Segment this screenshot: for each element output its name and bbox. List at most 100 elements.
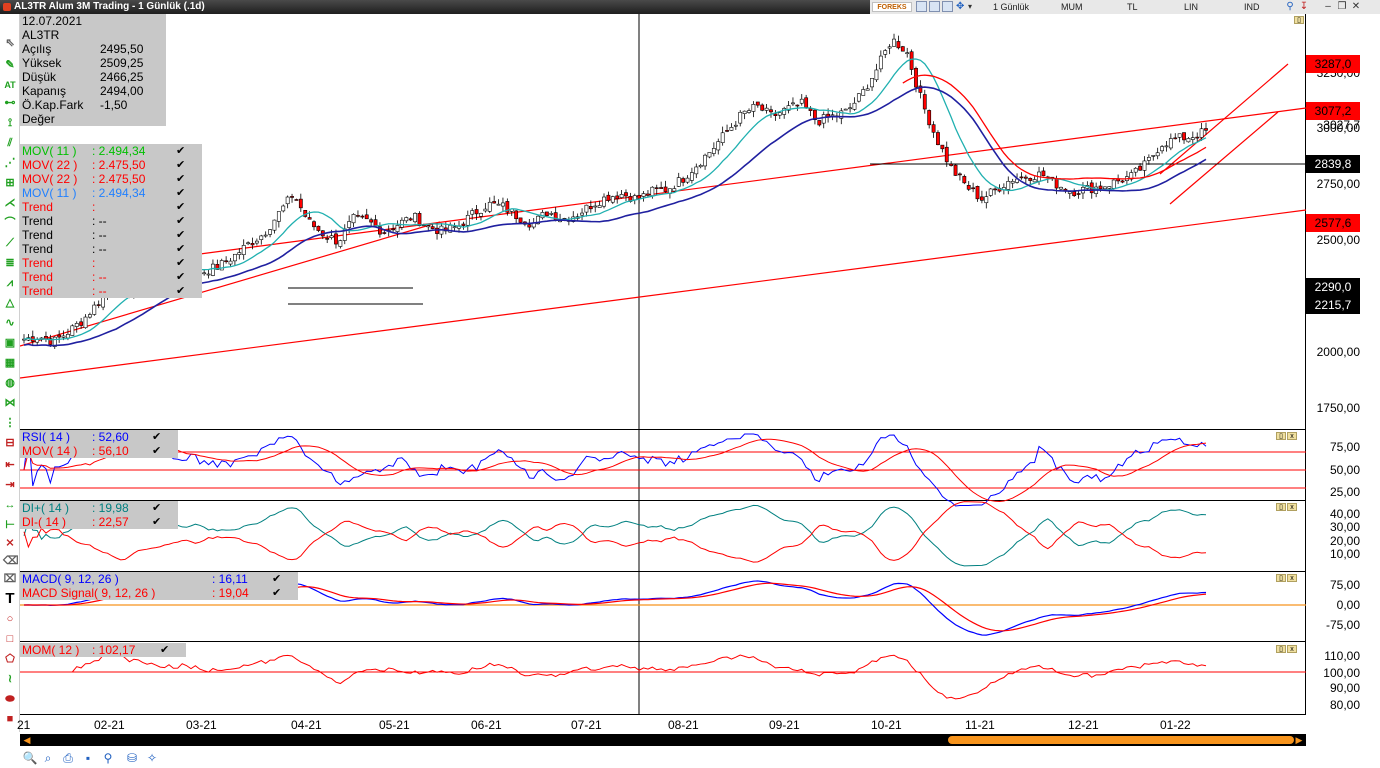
check-icon[interactable]: ✔: [272, 572, 281, 586]
check-icon[interactable]: ✔: [176, 186, 185, 200]
crosshair-icon[interactable]: ✥: [956, 0, 964, 14]
circle-icon[interactable]: ○: [3, 612, 17, 626]
close-button[interactable]: ✕: [1350, 1, 1362, 13]
check-icon[interactable]: ✔: [176, 256, 185, 270]
candle-body: [57, 334, 62, 338]
check-icon[interactable]: ✔: [272, 586, 281, 600]
price-panel-controls[interactable]: ▯: [1294, 16, 1318, 25]
triangle-icon[interactable]: △: [3, 296, 17, 310]
magic-icon[interactable]: ✧: [144, 750, 160, 766]
wave-icon[interactable]: ∿: [3, 316, 17, 330]
auto-trend-icon[interactable]: AT: [3, 78, 17, 92]
check-icon[interactable]: ✔: [176, 172, 185, 186]
currency-select[interactable]: TL: [1127, 0, 1138, 14]
check-icon[interactable]: ✔: [160, 643, 169, 657]
text-icon[interactable]: T: [3, 591, 17, 606]
check-icon[interactable]: ✔: [176, 270, 185, 284]
regression-icon[interactable]: ⟋: [3, 236, 17, 250]
search-icon[interactable]: ⚲: [100, 750, 116, 766]
index-select[interactable]: IND: [1244, 0, 1260, 14]
candle-type-select[interactable]: MUM: [1061, 0, 1083, 14]
cycle-icon[interactable]: ⋈: [3, 396, 17, 410]
legend-name: DI-( 14 ): [22, 515, 67, 529]
minimize-button[interactable]: –: [1322, 1, 1334, 13]
check-icon[interactable]: ✔: [176, 158, 185, 172]
period-select[interactable]: 1 Günlük: [993, 0, 1029, 14]
chart-settings-icon[interactable]: [929, 1, 940, 12]
rectangle-icon[interactable]: □: [3, 632, 17, 646]
measure-icon[interactable]: ⊢: [3, 518, 17, 532]
open-chart-icon[interactable]: [916, 1, 927, 12]
fibonacci-icon[interactable]: ⋰: [3, 156, 17, 170]
zoom-out-icon[interactable]: ⌕: [40, 750, 56, 766]
eraser-all-icon[interactable]: ⌧: [3, 572, 17, 586]
rsi-panel-controls[interactable]: ▯ x: [1276, 432, 1300, 441]
chevron-down-icon[interactable]: ▾: [968, 0, 972, 14]
candle-body: [909, 51, 914, 70]
dmi-panel-controls[interactable]: ▯ x: [1276, 503, 1300, 512]
candle-body: [971, 187, 976, 190]
check-icon[interactable]: ✔: [152, 430, 161, 444]
channel-icon[interactable]: ⫽: [3, 136, 17, 150]
legend-value: : 2.494,34: [92, 186, 146, 200]
check-icon[interactable]: ✔: [176, 214, 185, 228]
candle-body: [66, 333, 70, 339]
candle-body: [549, 213, 554, 215]
scroll-left-icon[interactable]: ◀: [22, 735, 32, 745]
candle-body: [733, 124, 738, 127]
check-icon[interactable]: ✔: [152, 501, 161, 515]
curve-icon[interactable]: ≀: [3, 672, 17, 686]
scale-select[interactable]: LIN: [1184, 0, 1198, 14]
grid-icon[interactable]: ▦: [3, 356, 17, 370]
check-icon[interactable]: ✔: [176, 200, 185, 214]
arc-icon[interactable]: ⌒: [3, 216, 17, 230]
chart-canvas[interactable]: [20, 14, 1306, 734]
zoom-in-icon[interactable]: 🔍: [22, 750, 38, 766]
print-icon[interactable]: ⎙: [60, 750, 76, 766]
axis-tick-label: 2000,00: [1316, 345, 1360, 359]
filled-rect-icon[interactable]: ■: [3, 712, 17, 726]
ruler-icon[interactable]: ⊟: [3, 436, 17, 450]
restore-button[interactable]: ❐: [1336, 1, 1348, 13]
scroll-thumb[interactable]: [948, 736, 1294, 744]
vertical-line-icon[interactable]: ⟟: [3, 116, 17, 130]
filled-ellipse-icon[interactable]: ⬬: [3, 692, 17, 706]
save-icon[interactable]: ▪: [80, 750, 96, 766]
check-icon[interactable]: ✔: [176, 242, 185, 256]
macd-panel-controls[interactable]: ▯ x: [1276, 574, 1300, 583]
candle-body: [1107, 186, 1112, 189]
arrow-right-icon[interactable]: ⇥: [3, 478, 17, 492]
check-icon[interactable]: ✔: [152, 444, 161, 458]
mom-panel-controls[interactable]: ▯ x: [1276, 645, 1300, 654]
candle-body: [1072, 191, 1077, 197]
candle-body: [742, 110, 747, 114]
candle-body: [716, 141, 721, 151]
cursor-icon[interactable]: ⇖: [3, 36, 17, 50]
time-scrollbar[interactable]: ◀ ▶: [20, 734, 1306, 746]
candle-body: [233, 253, 237, 262]
fan-icon[interactable]: ⋌: [3, 196, 17, 210]
check-icon[interactable]: ✔: [176, 284, 185, 298]
eraser-icon[interactable]: ⌫: [3, 554, 19, 568]
pencil-icon[interactable]: ✎: [3, 58, 17, 72]
check-icon[interactable]: ✔: [176, 228, 185, 242]
gann-icon[interactable]: ⊞: [3, 176, 17, 190]
speed-lines-icon[interactable]: ⋮: [3, 416, 17, 430]
check-icon[interactable]: ✔: [152, 515, 161, 529]
pin-icon[interactable]: ⚲: [1284, 1, 1296, 13]
arrow-both-icon[interactable]: ↔: [3, 498, 17, 512]
arrow-left-icon[interactable]: ⇤: [3, 458, 17, 472]
horizontal-line-icon[interactable]: ⊷: [3, 96, 17, 110]
cross-line-icon[interactable]: ⨯: [3, 536, 17, 550]
ellipse-icon[interactable]: ◍: [3, 376, 17, 390]
database-icon[interactable]: ⛁: [124, 750, 140, 766]
scroll-right-icon[interactable]: ▶: [1294, 735, 1304, 745]
fib-levels-icon[interactable]: ≣: [3, 256, 17, 270]
check-icon[interactable]: ✔: [176, 144, 185, 158]
indicator-icon[interactable]: [942, 1, 953, 12]
candle-body: [720, 132, 725, 144]
alarm-icon[interactable]: ↧: [1298, 1, 1310, 13]
zigzag-icon[interactable]: ⩘: [3, 276, 17, 290]
box-icon[interactable]: ▣: [3, 336, 17, 350]
polygon-icon[interactable]: ⬠: [3, 652, 17, 666]
